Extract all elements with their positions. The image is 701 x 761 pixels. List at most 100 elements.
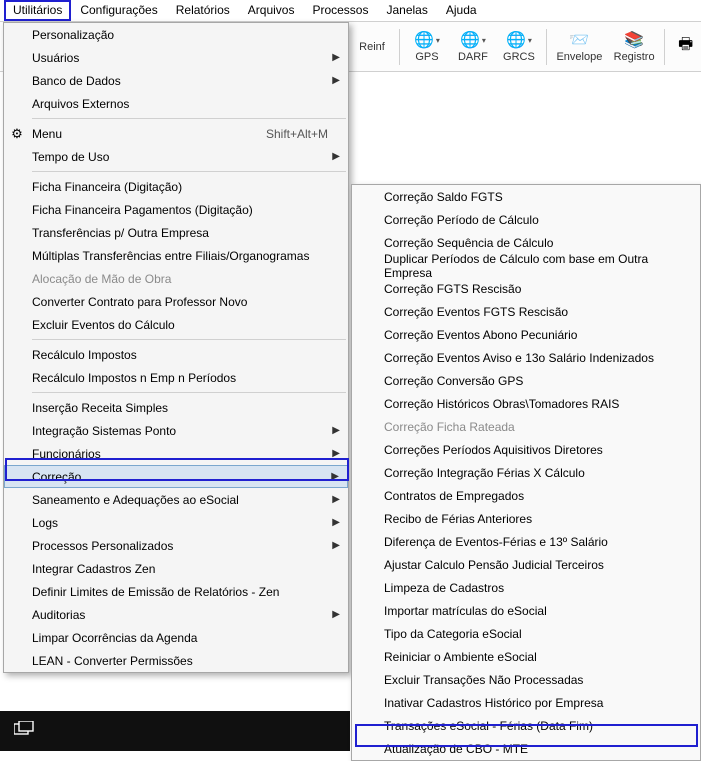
menu-definir-limites[interactable]: Definir Limites de Emissão de Relatórios…: [4, 580, 348, 603]
submenu-item[interactable]: Reiniciar o Ambiente eSocial: [352, 645, 700, 668]
envelope-icon: 📨: [569, 30, 589, 50]
submenu-item[interactable]: Correção Conversão GPS: [352, 369, 700, 392]
submenu-item[interactable]: Diferença de Eventos-Férias e 13º Salári…: [352, 530, 700, 553]
menu-recalculo-n[interactable]: Recálculo Impostos n Emp n Períodos: [4, 366, 348, 389]
toolbar-darf-button[interactable]: 🌐 ▾ DARF: [451, 25, 495, 69]
submenu-item[interactable]: Ajustar Calculo Pensão Judicial Terceiro…: [352, 553, 700, 576]
submenu-item[interactable]: Atualização de CBO - MTE: [352, 737, 700, 760]
submenu-item-label: Correções Períodos Aquisitivos Diretores: [384, 443, 603, 457]
toolbar-label: Reinf: [359, 41, 385, 53]
submenu-item-label: Correção Sequência de Cálculo: [384, 236, 553, 250]
menu-banco-dados[interactable]: Banco de Dados▶: [4, 69, 348, 92]
menu-personalizacao[interactable]: Personalização: [4, 23, 348, 46]
menu-ficha-fin-dig[interactable]: Ficha Financeira (Digitação): [4, 175, 348, 198]
submenu-item[interactable]: Contratos de Empregados: [352, 484, 700, 507]
menu-integrar-zen[interactable]: Integrar Cadastros Zen: [4, 557, 348, 580]
submenu-item-label: Duplicar Períodos de Cálculo com base em…: [384, 252, 680, 280]
submenu-item[interactable]: Importar matrículas do eSocial: [352, 599, 700, 622]
menu-separator: [32, 171, 346, 172]
toolbar-label: GPS: [415, 51, 438, 63]
toolbar-extra-button[interactable]: 🖶: [670, 25, 701, 69]
submenu-item[interactable]: Correção Eventos FGTS Rescisão: [352, 300, 700, 323]
menu-multiplas-transf[interactable]: Múltiplas Transferências entre Filiais/O…: [4, 244, 348, 267]
menu-excluir-eventos[interactable]: Excluir Eventos do Cálculo: [4, 313, 348, 336]
menu-recalculo-impostos[interactable]: Recálculo Impostos: [4, 343, 348, 366]
menubar: Utilitários Configurações Relatórios Arq…: [0, 0, 701, 22]
menu-saneamento[interactable]: Saneamento e Adequações ao eSocial▶: [4, 488, 348, 511]
submenu-item[interactable]: Correção Saldo FGTS: [352, 185, 700, 208]
toolbar-envelope-button[interactable]: 📨 Envelope: [552, 25, 607, 69]
submenu-item-label: Correção Conversão GPS: [384, 374, 523, 388]
menu-converter-contrato[interactable]: Converter Contrato para Professor Novo: [4, 290, 348, 313]
submenu-item[interactable]: Recibo de Férias Anteriores: [352, 507, 700, 530]
submenu-item[interactable]: Duplicar Períodos de Cálculo com base em…: [352, 254, 700, 277]
submenu-arrow-icon: ▶: [332, 540, 340, 551]
toolbar-label: DARF: [458, 51, 488, 63]
submenu-item-label: Diferença de Eventos-Férias e 13º Salári…: [384, 535, 608, 549]
submenu-item[interactable]: Correção FGTS Rescisão: [352, 277, 700, 300]
submenu-item: Correção Ficha Rateada: [352, 415, 700, 438]
menu-lean-converter[interactable]: LEAN - Converter Permissões: [4, 649, 348, 672]
menu-tempo-uso[interactable]: Tempo de Uso▶: [4, 145, 348, 168]
submenu-item[interactable]: Correção Integração Férias X Cálculo: [352, 461, 700, 484]
menu-arquivos-externos[interactable]: Arquivos Externos: [4, 92, 348, 115]
submenu-item-label: Ajustar Calculo Pensão Judicial Terceiro…: [384, 558, 604, 572]
menu-usuarios[interactable]: Usuários▶: [4, 46, 348, 69]
correcao-submenu: Correção Saldo FGTS Correção Período de C…: [351, 184, 701, 761]
toolbar-label: Envelope: [556, 51, 602, 63]
menu-separator: [32, 392, 346, 393]
toolbar-grcs-button[interactable]: 🌐 ▾ GRCS: [497, 25, 541, 69]
submenu-item[interactable]: Excluir Transações Não Processadas: [352, 668, 700, 691]
menu-correcao[interactable]: Correção▶: [4, 465, 348, 488]
toolbar-separator: [399, 29, 400, 65]
menu-limpar-ocorrencias[interactable]: Limpar Ocorrências da Agenda: [4, 626, 348, 649]
menu-processos-pers[interactable]: Processos Personalizados▶: [4, 534, 348, 557]
submenu-item-label: Reiniciar o Ambiente eSocial: [384, 650, 537, 664]
submenu-arrow-icon: ▶: [332, 52, 340, 63]
menubar-janelas[interactable]: Janelas: [377, 0, 436, 21]
submenu-arrow-icon: ▶: [332, 517, 340, 528]
submenu-item-label: Correção Integração Férias X Cálculo: [384, 466, 585, 480]
submenu-arrow-icon: ▶: [332, 425, 340, 436]
toolbar-registro-button[interactable]: 📚 Registro: [609, 25, 659, 69]
submenu-item[interactable]: Tipo da Categoria eSocial: [352, 622, 700, 645]
menu-insercao-receita[interactable]: Inserção Receita Simples: [4, 396, 348, 419]
menu-ficha-fin-pag[interactable]: Ficha Financeira Pagamentos (Digitação): [4, 198, 348, 221]
submenu-item-label: Correção Período de Cálculo: [384, 213, 539, 227]
menubar-configuracoes[interactable]: Configurações: [71, 0, 166, 21]
submenu-item[interactable]: Correção Período de Cálculo: [352, 208, 700, 231]
menubar-relatorios[interactable]: Relatórios: [167, 0, 239, 21]
submenu-item[interactable]: Limpeza de Cadastros: [352, 576, 700, 599]
menu-funcionarios[interactable]: Funcionários▶: [4, 442, 348, 465]
menubar-utilitarios[interactable]: Utilitários: [4, 0, 71, 21]
utilitarios-menu: Personalização Usuários▶ Banco de Dados▶…: [3, 22, 349, 673]
submenu-item[interactable]: Correção Históricos Obras\Tomadores RAIS: [352, 392, 700, 415]
submenu-item[interactable]: Correção Eventos Abono Pecuniário: [352, 323, 700, 346]
submenu-arrow-icon: ▶: [332, 448, 340, 459]
menu-alocacao: Alocação de Mão de Obra: [4, 267, 348, 290]
task-view-icon[interactable]: [14, 721, 34, 742]
submenu-item[interactable]: Transações eSocial - Férias (Data Fim): [352, 714, 700, 737]
globe-icon: 🌐: [414, 30, 434, 50]
submenu-arrow-icon: ▶: [332, 75, 340, 86]
submenu-item[interactable]: Correções Períodos Aquisitivos Diretores: [352, 438, 700, 461]
chevron-down-icon: ▾: [436, 36, 440, 45]
taskbar: [0, 711, 350, 751]
toolbar-reinf-button[interactable]: Reinf: [350, 25, 394, 69]
submenu-item[interactable]: Inativar Cadastros Histórico por Empresa: [352, 691, 700, 714]
menubar-ajuda[interactable]: Ajuda: [437, 0, 486, 21]
menubar-arquivos[interactable]: Arquivos: [239, 0, 304, 21]
submenu-item[interactable]: Correção Eventos Aviso e 13o Salário Ind…: [352, 346, 700, 369]
menu-integracao-sistemas[interactable]: Integração Sistemas Ponto▶: [4, 419, 348, 442]
menu-transferencias[interactable]: Transferências p/ Outra Empresa: [4, 221, 348, 244]
menu-menu[interactable]: ⚙ Menu Shift+Alt+M: [4, 122, 348, 145]
menu-auditorias[interactable]: Auditorias▶: [4, 603, 348, 626]
menu-logs[interactable]: Logs▶: [4, 511, 348, 534]
submenu-item-label: Correção Ficha Rateada: [384, 420, 515, 434]
submenu-item-label: Transações eSocial - Férias (Data Fim): [384, 719, 593, 733]
submenu-item-label: Recibo de Férias Anteriores: [384, 512, 532, 526]
menubar-processos[interactable]: Processos: [303, 0, 377, 21]
toolbar-gps-button[interactable]: 🌐 ▾ GPS: [405, 25, 449, 69]
book-icon: 📚: [624, 30, 644, 50]
submenu-item-label: Atualização de CBO - MTE: [384, 742, 528, 756]
